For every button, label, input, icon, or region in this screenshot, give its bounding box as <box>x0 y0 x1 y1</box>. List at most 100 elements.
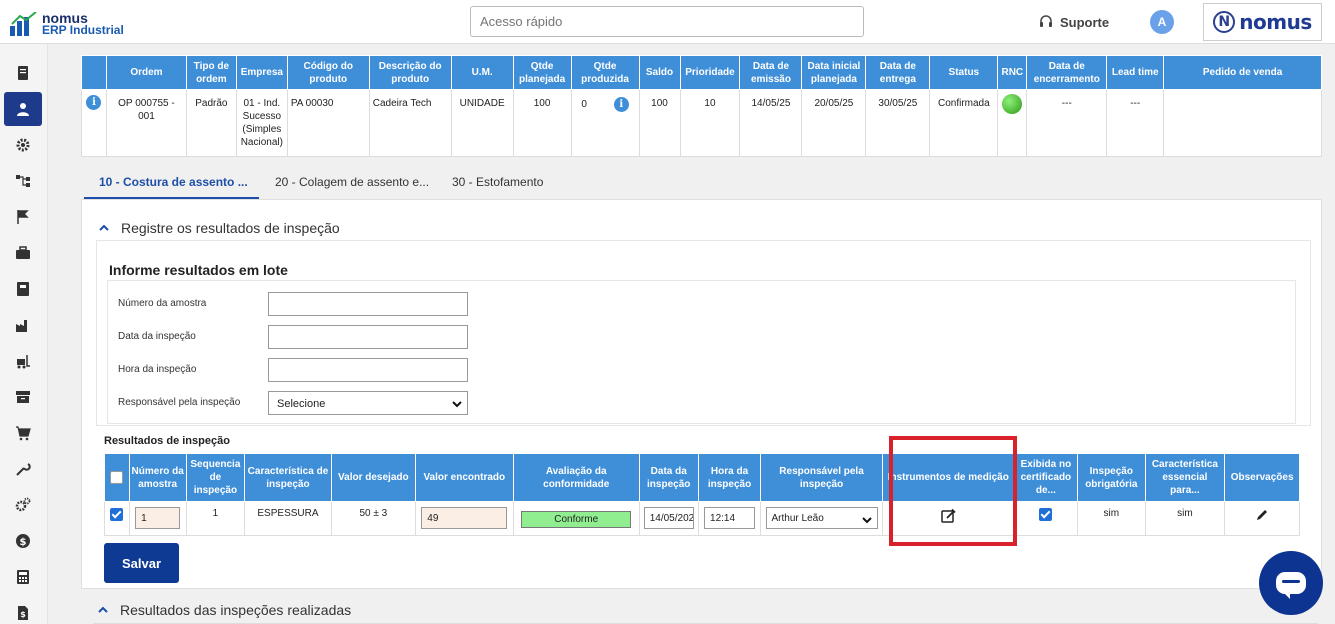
sample-number-row: Número da amostra <box>118 292 518 316</box>
sidebar-item-forklift[interactable] <box>4 344 42 378</box>
edit-instruments-icon[interactable] <box>940 508 956 524</box>
sidebar-item-settings[interactable] <box>4 128 42 162</box>
col-sequencia: Sequencia de inspeção <box>185 453 246 502</box>
support-link[interactable]: Suporte <box>1038 13 1109 31</box>
col-data-encerramento[interactable]: Data de encerramento <box>1026 55 1108 90</box>
tab-costura-assento[interactable]: 10 - Costura de assento ... <box>84 169 259 199</box>
sidebar-item-invoice[interactable]: $ <box>4 596 42 624</box>
col-empresa[interactable]: Empresa <box>235 55 288 90</box>
forklift-icon <box>17 355 30 369</box>
inspector-row-select[interactable]: Arthur Leão <box>765 507 878 529</box>
col-descricao-produto[interactable]: Descrição do produto <box>368 55 452 90</box>
col-data-entrega[interactable]: Data de entrega <box>865 55 931 90</box>
sidebar-item-cart[interactable] <box>4 416 42 450</box>
chat-button[interactable] <box>1259 551 1323 615</box>
col-prioridade[interactable]: Prioridade <box>679 55 741 90</box>
inspection-time-input[interactable] <box>268 358 468 382</box>
qtde-planejada-cell: 100 <box>512 89 572 157</box>
certificate-checkbox[interactable] <box>1039 508 1053 521</box>
inspection-section-header[interactable]: Registre os resultados de inspeção <box>98 220 340 236</box>
col-valor-encontrado: Valor encontrado <box>414 453 514 502</box>
time-cell: 12:14 <box>697 501 762 536</box>
results-table-header: Número da amostra Sequencia de inspeção … <box>104 453 1300 502</box>
instruments-cell <box>881 501 1015 536</box>
inspector-select-value: Selecione <box>277 398 326 410</box>
codigo-cell: PA 00030 <box>286 89 370 157</box>
lead-time-cell: --- <box>1106 89 1165 157</box>
sidebar-item-flag[interactable] <box>4 200 42 234</box>
quick-access-input[interactable] <box>470 6 864 37</box>
conformity-cell: Conforme <box>512 501 640 536</box>
select-all-checkbox[interactable] <box>110 470 124 484</box>
inspection-time-label: Hora da inspeção <box>118 364 197 375</box>
col-caracteristica: Característica de inspeção <box>244 453 332 502</box>
sidebar-item-documents[interactable] <box>4 56 42 90</box>
invoice-icon: $ <box>18 606 28 620</box>
flag-icon <box>17 210 29 224</box>
col-pedido-venda[interactable]: Pedido de venda <box>1163 55 1322 90</box>
col-status[interactable]: Status <box>929 55 999 90</box>
info-icon[interactable]: i <box>86 95 102 110</box>
sidebar-item-users[interactable] <box>4 92 42 126</box>
logo-bars-icon <box>10 12 37 36</box>
data-emissao-cell: 14/05/25 <box>739 89 803 157</box>
conformity-status[interactable]: Conforme <box>521 511 632 528</box>
inspection-results-table: Número da amostra Sequencia de inspeção … <box>104 453 1300 536</box>
main-content: Ordem Tipo de ordem Empresa Código do pr… <box>48 44 1335 624</box>
sample-number-field[interactable]: 1 <box>135 507 181 529</box>
data-inicial-cell: 20/05/25 <box>801 89 867 157</box>
col-rnc[interactable]: RNC <box>997 55 1028 90</box>
sidebar-item-tools[interactable] <box>4 452 42 486</box>
pencil-icon[interactable] <box>1255 508 1269 522</box>
col-observacoes: Observações <box>1224 453 1300 502</box>
sidebar-item-calculator[interactable] <box>4 560 42 594</box>
col-data-emissao[interactable]: Data de emissão <box>739 55 803 90</box>
brand-name: nomus <box>1239 10 1312 34</box>
col-tipo-ordem[interactable]: Tipo de ordem <box>185 55 237 90</box>
found-value-field[interactable]: 49 <box>421 507 508 529</box>
inspector-select[interactable]: Selecione <box>268 391 468 415</box>
col-caracteristica-essencial: Característica essencial para... <box>1144 453 1226 502</box>
col-codigo-produto[interactable]: Código do produto <box>286 55 370 90</box>
inspection-time-field[interactable]: 12:14 <box>704 507 756 529</box>
col-ordem[interactable]: Ordem <box>105 55 187 90</box>
sidebar-item-ledger[interactable] <box>4 272 42 306</box>
sidebar-item-gears[interactable] <box>4 488 42 522</box>
inspection-date-field[interactable]: 14/05/2025 <box>643 507 694 529</box>
col-lead-time[interactable]: Lead time <box>1106 55 1165 90</box>
table-row: 1 1 ESPESSURA 50 ± 3 49 Conforme 14/05/2… <box>104 501 1300 536</box>
info-icon[interactable]: i <box>613 97 629 112</box>
sidebar-item-factory[interactable] <box>4 308 42 342</box>
completed-inspections-header[interactable]: Resultados das inspeções realizadas <box>97 602 351 618</box>
col-numero-amostra: Número da amostra <box>128 453 187 502</box>
tools-icon <box>16 463 31 476</box>
gear-icon <box>16 138 30 152</box>
operation-tabs: 10 - Costura de assento ... 20 - Colagem… <box>84 169 1322 199</box>
inspection-time-row: Hora da inspeção <box>118 358 518 382</box>
sidebar-item-archive[interactable] <box>4 380 42 414</box>
col-um[interactable]: U.M. <box>450 55 514 90</box>
sample-number-label: Número da amostra <box>118 298 207 309</box>
nomus-erp-logo[interactable]: nomus ERP Industrial <box>10 6 130 38</box>
col-select-all[interactable] <box>104 453 130 502</box>
inspection-panel: Registre os resultados de inspeção Infor… <box>81 199 1322 589</box>
sidebar-item-finance[interactable]: $ <box>4 524 42 558</box>
sidebar-item-briefcase[interactable] <box>4 236 42 270</box>
col-qtde-planejada[interactable]: Qtde planejada <box>512 55 572 90</box>
chevron-up-icon <box>98 606 108 613</box>
briefcase-icon <box>16 246 30 259</box>
section-title: Registre os resultados de inspeção <box>121 220 340 236</box>
col-saldo[interactable]: Saldo <box>638 55 681 90</box>
sample-number-input[interactable] <box>268 292 468 316</box>
avatar[interactable]: A <box>1150 10 1174 34</box>
sidebar-item-flow[interactable] <box>4 164 42 198</box>
tab-estofamento[interactable]: 30 - Estofamento <box>452 169 562 199</box>
save-button[interactable]: Salvar <box>104 543 179 583</box>
saldo-cell: 100 <box>638 89 681 157</box>
col-qtde-produzida[interactable]: Qtde produzida <box>570 55 640 90</box>
inspection-date-input[interactable] <box>268 325 468 349</box>
col-avaliacao: Avaliação da conformidade <box>512 453 640 502</box>
row-checkbox[interactable] <box>110 508 124 521</box>
col-data-inicial[interactable]: Data inicial planejada <box>801 55 867 90</box>
tab-colagem-assento[interactable]: 20 - Colagem de assento e... <box>275 169 445 199</box>
